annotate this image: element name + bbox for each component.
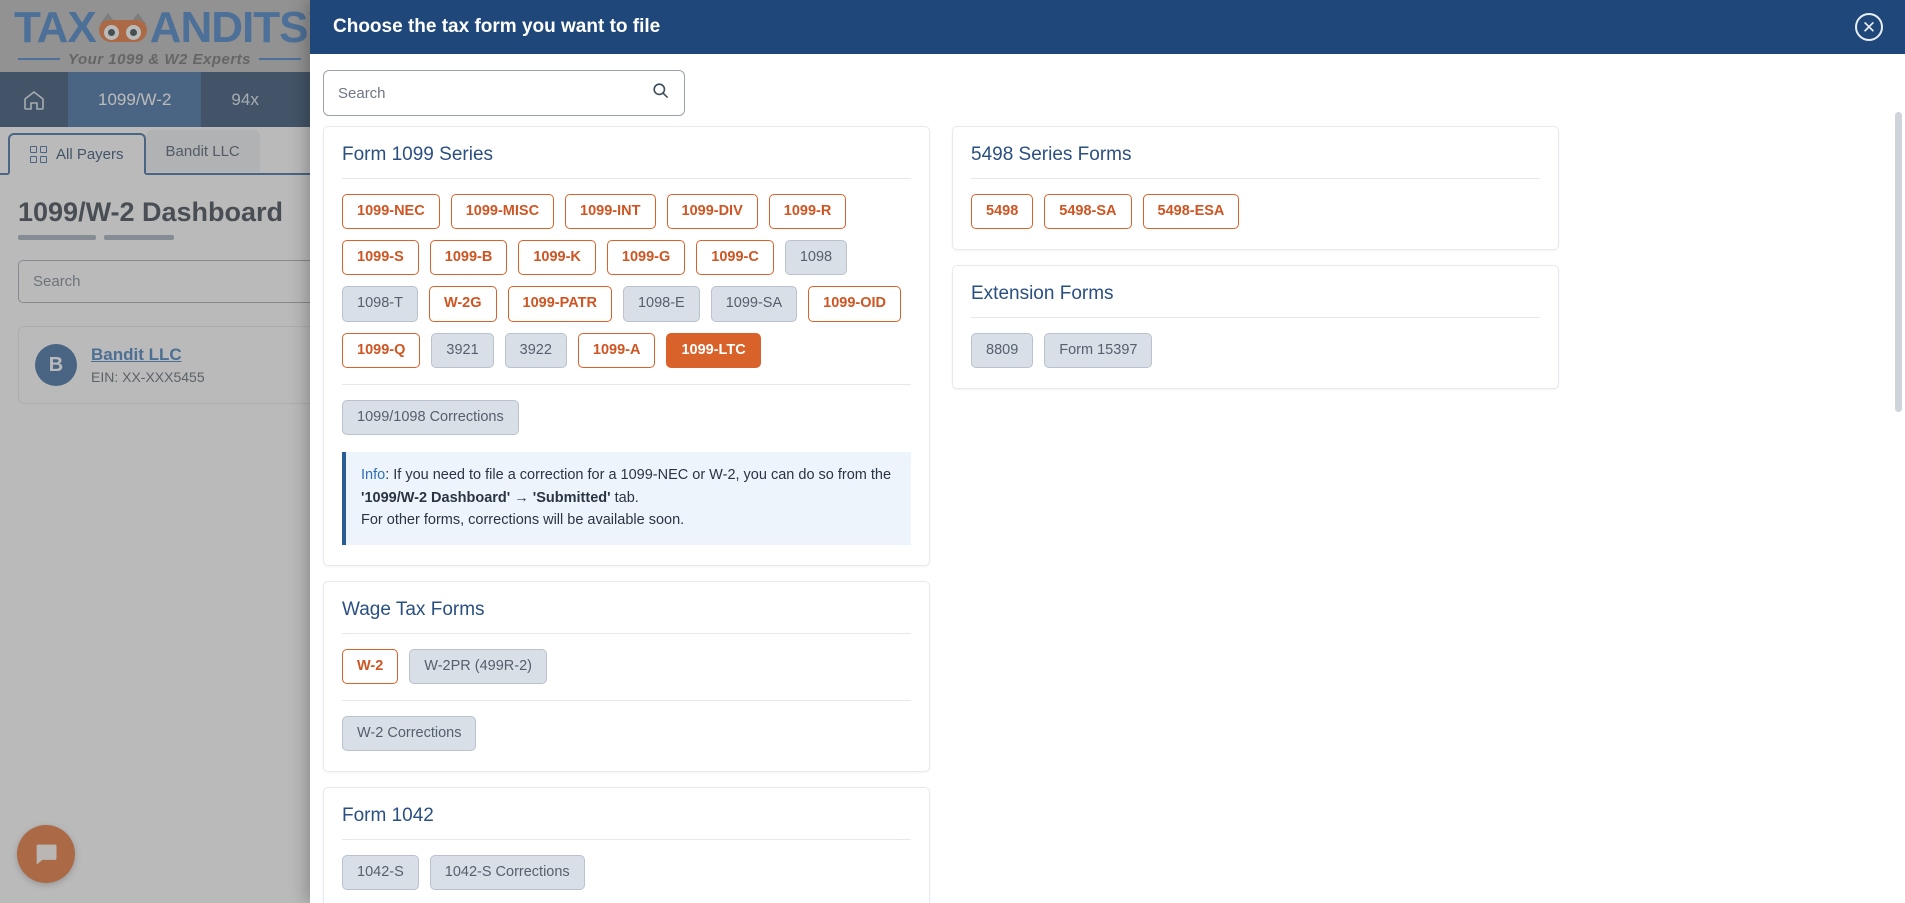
form-chip-1098-e: 1098-E xyxy=(622,286,700,322)
form-chip-w-2pr: W-2PR (499R-2) xyxy=(409,648,547,684)
section-5498-series-forms: 5498 Series Forms 5498 5498-SA 5498-ESA xyxy=(952,126,1559,251)
form-chip-list-1042: 1042-S 1042-S Corrections xyxy=(342,854,911,891)
form-chip-5498-sa[interactable]: 5498-SA xyxy=(1044,194,1132,230)
info-line-1-text: : If you need to file a correction for a… xyxy=(385,467,892,484)
form-chip-1042-s-corrections: 1042-S Corrections xyxy=(429,854,585,891)
modal-search-row xyxy=(310,54,1905,126)
info-label: Info xyxy=(361,467,386,484)
corrections-list-1099: 1099/1098 Corrections xyxy=(342,399,911,436)
divider xyxy=(342,383,911,385)
divider xyxy=(971,178,1540,179)
form-chip-1099-patr[interactable]: 1099-PATR xyxy=(507,286,612,322)
section-form-1099-series: Form 1099 Series 1099-NEC 1099-MISC 1099… xyxy=(323,126,930,566)
modal-body: Form 1099 Series 1099-NEC 1099-MISC 1099… xyxy=(310,126,1905,903)
form-chip-list-extension: 8809 Form 15397 xyxy=(971,333,1540,369)
section-title-extension-forms: Extension Forms xyxy=(971,283,1114,305)
info-line-3: For other forms, corrections will be ava… xyxy=(361,512,685,529)
info-tab-word: tab. xyxy=(614,489,639,506)
info-arrow-icon: → xyxy=(514,489,529,506)
form-chip-w-2g[interactable]: W-2G xyxy=(428,286,497,322)
search-field-wrapper[interactable] xyxy=(323,70,685,116)
form-chip-5498-esa[interactable]: 5498-ESA xyxy=(1142,194,1240,230)
modal-title: Choose the tax form you want to file xyxy=(333,16,661,37)
divider xyxy=(342,178,911,179)
form-chip-1099-ltc[interactable]: 1099-LTC xyxy=(666,332,761,368)
section-title-wage-tax-forms: Wage Tax Forms xyxy=(342,598,485,620)
info-callout: Info: If you need to file a correction f… xyxy=(342,452,911,545)
form-chip-1099-r[interactable]: 1099-R xyxy=(768,194,847,230)
form-chip-list-1099: 1099-NEC 1099-MISC 1099-INT 1099-DIV 109… xyxy=(342,194,911,368)
modal-scrollbar[interactable] xyxy=(1895,112,1902,412)
section-wage-tax-forms: Wage Tax Forms W-2 W-2PR (499R-2) W-2 Co… xyxy=(323,580,930,772)
left-column: Form 1099 Series 1099-NEC 1099-MISC 1099… xyxy=(323,126,930,903)
form-chip-5498[interactable]: 5498 xyxy=(971,194,1034,230)
section-title-5498-series-forms: 5498 Series Forms xyxy=(971,144,1132,165)
form-chip-1099-misc[interactable]: 1099-MISC xyxy=(450,194,555,230)
form-chip-1099-c[interactable]: 1099-C xyxy=(696,240,774,276)
search-input[interactable] xyxy=(338,84,651,102)
corrections-list-wage: W-2 Corrections xyxy=(342,715,911,751)
divider xyxy=(342,699,911,701)
form-chip-15397: Form 15397 xyxy=(1044,333,1153,369)
form-chip-1099-oid[interactable]: 1099-OID xyxy=(808,286,902,322)
form-chip-w-2[interactable]: W-2 xyxy=(342,648,399,684)
app-root: TAX ANDITS TM PRO Your 1099 & W xyxy=(0,0,1905,903)
form-chip-1099-sa: 1099-SA xyxy=(710,286,798,322)
modal-header: Choose the tax form you want to file ✕ xyxy=(310,0,1905,54)
form-chip-1098: 1098 xyxy=(784,240,848,276)
form-chip-1099-div[interactable]: 1099-DIV xyxy=(666,194,758,230)
form-chip-1098-t: 1098-T xyxy=(342,286,418,322)
close-icon[interactable]: ✕ xyxy=(1855,13,1883,41)
section-form-1042: Form 1042 1042-S 1042-S Corrections xyxy=(323,786,930,903)
search-icon[interactable] xyxy=(651,81,670,105)
form-chip-w-2-corrections: W-2 Corrections xyxy=(342,715,477,751)
info-line-2: '1099/W-2 Dashboard' → 'Submitted' tab. xyxy=(361,487,895,509)
right-column: 5498 Series Forms 5498 5498-SA 5498-ESA … xyxy=(952,126,1559,903)
form-chip-1099-int[interactable]: 1099-INT xyxy=(565,194,656,230)
info-line-1: Info: If you need to file a correction f… xyxy=(361,464,895,486)
form-chip-1099-k[interactable]: 1099-K xyxy=(518,240,596,276)
divider xyxy=(342,838,911,840)
section-title-form-1099-series: Form 1099 Series xyxy=(342,144,494,165)
form-chip-1099-b[interactable]: 1099-B xyxy=(429,240,508,276)
section-title-form-1042: Form 1042 xyxy=(342,804,434,826)
form-chip-1099-a[interactable]: 1099-A xyxy=(577,332,656,368)
section-extension-forms: Extension Forms 8809 Form 15397 xyxy=(952,265,1559,390)
choose-tax-form-modal: Choose the tax form you want to file ✕ F… xyxy=(310,0,1905,903)
form-chip-1042-s: 1042-S xyxy=(342,854,419,891)
divider xyxy=(342,632,911,634)
form-chip-1099-s[interactable]: 1099-S xyxy=(342,240,419,276)
divider xyxy=(971,317,1540,319)
form-chip-1099-g[interactable]: 1099-G xyxy=(606,240,686,276)
form-chip-3921: 3921 xyxy=(431,332,494,368)
form-chip-1099-q[interactable]: 1099-Q xyxy=(342,332,421,368)
info-submitted-ref: 'Submitted' xyxy=(532,489,611,506)
form-chip-1099-1098-corrections: 1099/1098 Corrections xyxy=(342,399,519,436)
form-chip-list-5498: 5498 5498-SA 5498-ESA xyxy=(971,194,1540,230)
form-chip-list-wage: W-2 W-2PR (499R-2) xyxy=(342,648,911,684)
form-chip-1099-nec[interactable]: 1099-NEC xyxy=(342,194,440,230)
info-dashboard-ref: '1099/W-2 Dashboard' xyxy=(361,489,511,506)
form-chip-3922: 3922 xyxy=(504,332,567,368)
form-chip-8809: 8809 xyxy=(971,333,1034,369)
